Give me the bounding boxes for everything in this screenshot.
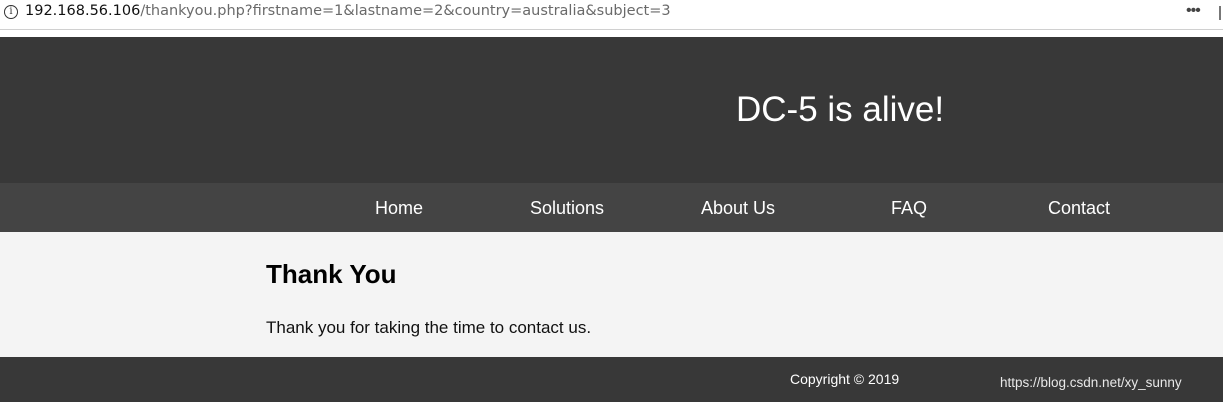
main-nav: Home Solutions About Us FAQ Contact: [0, 183, 1223, 232]
nav-item-faq[interactable]: FAQ: [891, 198, 927, 218]
nav-item-about-us[interactable]: About Us: [701, 198, 775, 218]
watermark-text: https://blog.csdn.net/xy_sunny: [1000, 375, 1182, 390]
header-top-strip: [0, 30, 1223, 37]
url-path: /thankyou.php?firstname=1&lastname=2&cou…: [140, 3, 671, 19]
site-title: DC-5 is alive!: [736, 90, 945, 129]
browser-url-bar[interactable]: i 192.168.56.106/thankyou.php?firstname=…: [0, 0, 1223, 30]
copyright-text: Copyright © 2019: [790, 371, 900, 387]
page-heading: Thank You: [266, 259, 397, 289]
main-content: Thank You Thank you for taking the time …: [0, 232, 1223, 357]
nav-item-contact[interactable]: Contact: [1048, 198, 1110, 218]
site-header: [0, 37, 1223, 183]
nav-item-solutions[interactable]: Solutions: [530, 198, 604, 218]
page-body-text: Thank you for taking the time to contact…: [266, 318, 592, 337]
url-text[interactable]: 192.168.56.106/thankyou.php?firstname=1&…: [25, 3, 671, 19]
site-footer: Copyright © 2019 https://blog.csdn.net/x…: [0, 357, 1223, 402]
more-horizontal-icon[interactable]: •••: [1186, 2, 1201, 20]
url-host: 192.168.56.106: [25, 3, 141, 19]
info-icon[interactable]: i: [4, 5, 18, 19]
nav-item-home[interactable]: Home: [375, 198, 423, 218]
toolbar-edge: [1219, 6, 1221, 20]
